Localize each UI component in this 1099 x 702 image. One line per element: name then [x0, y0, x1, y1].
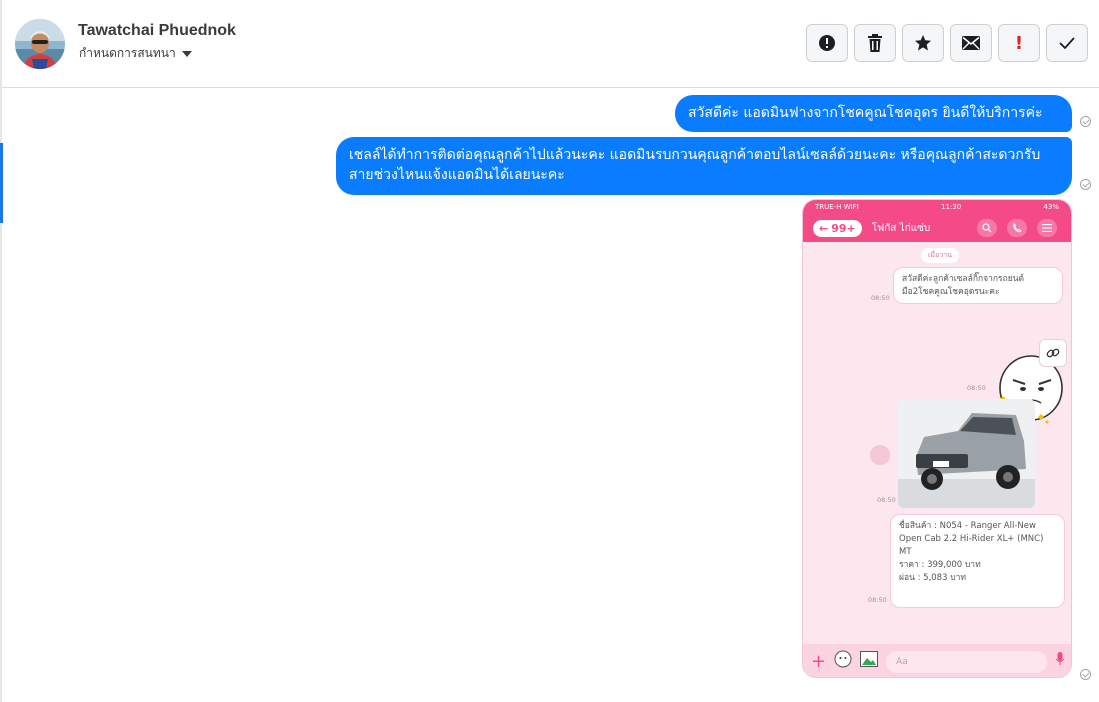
- alert-circle-icon: [819, 35, 835, 51]
- share-icon: [870, 445, 890, 465]
- checkmark-icon: [1059, 37, 1075, 50]
- exclamation-icon: !: [1014, 32, 1024, 54]
- trash-icon: [868, 34, 882, 52]
- message-time: 08:50: [868, 596, 887, 604]
- conversation-header: Tawatchai Phuednok กำหนดการสนทนา !: [2, 0, 1099, 88]
- line-chat-header: ← 99+ โฟกัส ไก่แซ่บ: [803, 214, 1071, 242]
- menu-icon: [1037, 219, 1057, 237]
- delete-button[interactable]: [854, 24, 896, 62]
- phone-status-bar: TRUE-H WIFI 11:30 43%: [803, 200, 1071, 214]
- plus-icon: +: [811, 651, 827, 672]
- conversation-status-dropdown[interactable]: กำหนดการสนทนา: [79, 44, 192, 63]
- toolbar: !: [806, 24, 1088, 62]
- product-info-bubble: ชื่อสินค้า : N054 - Ranger All-New Open …: [890, 514, 1065, 608]
- carrier-label: TRUE-H WIFI: [815, 203, 859, 211]
- line-input-bar: + Aa: [803, 644, 1071, 677]
- active-conversation-indicator: [0, 143, 3, 223]
- line-chat-body: เมื่อวาน สวัสดีค่ะลูกค้าเซลล์กิ๊กจากรถยน…: [803, 242, 1071, 645]
- message-time: 08:50: [877, 496, 896, 504]
- conversation-status-label: กำหนดการสนทนา: [79, 46, 176, 60]
- message-time: 08:50: [871, 294, 890, 302]
- date-chip: เมื่อวาน: [921, 248, 959, 263]
- mark-unread-button[interactable]: [950, 24, 992, 62]
- product-name: ชื่อสินค้า : N054 - Ranger All-New Open …: [899, 521, 1044, 557]
- seen-check-icon: [1080, 669, 1091, 680]
- mic-icon: [1055, 652, 1065, 671]
- envelope-icon: [962, 36, 980, 50]
- star-icon: [915, 35, 931, 51]
- seen-check-icon: [1080, 116, 1091, 127]
- sticker-icon: [834, 650, 852, 673]
- outgoing-message[interactable]: เชลล์ได้ทำการติดต่อคุณลูกค้าไปแล้วนะคะ แ…: [336, 137, 1072, 195]
- back-count-badge: ← 99+: [813, 219, 862, 237]
- line-message-input: Aa: [886, 650, 1047, 673]
- mark-important-button[interactable]: !: [998, 24, 1040, 62]
- clock-label: 11:30: [941, 203, 962, 211]
- left-border: [0, 0, 2, 702]
- product-price: ราคา : 399,000 บาท: [899, 560, 981, 570]
- search-icon: [977, 219, 997, 237]
- seen-check-icon: [1080, 179, 1091, 190]
- mark-done-button[interactable]: [1046, 24, 1088, 62]
- gallery-icon: [860, 651, 879, 672]
- car-photo: [898, 399, 1035, 508]
- line-message-bubble: สวัสดีค่ะลูกค้าเซลล์กิ๊กจากรถยนต์มือ2โชค…: [893, 267, 1063, 304]
- outgoing-message[interactable]: สวัสดีค่ะ แอดมินฟางจากโชคคูณโชคอุดร ยินด…: [675, 95, 1072, 132]
- caret-down-icon: [181, 51, 192, 57]
- avatar[interactable]: [15, 19, 65, 69]
- link-icon: [1039, 339, 1067, 367]
- image-attachment[interactable]: TRUE-H WIFI 11:30 43% ← 99+ โฟกัส ไก่แซ่…: [802, 199, 1072, 678]
- product-installment: ผ่อน : 5,083 บาท: [899, 573, 966, 583]
- spam-button[interactable]: [806, 24, 848, 62]
- line-chat-title: โฟกัส ไก่แซ่บ: [871, 222, 931, 234]
- phone-icon: [1007, 219, 1027, 237]
- battery-label: 43%: [1043, 203, 1059, 211]
- message-time: 08:50: [967, 384, 986, 392]
- arrow-left-icon: ←: [819, 221, 829, 235]
- contact-name[interactable]: Tawatchai Phuednok: [78, 22, 236, 40]
- star-button[interactable]: [902, 24, 944, 62]
